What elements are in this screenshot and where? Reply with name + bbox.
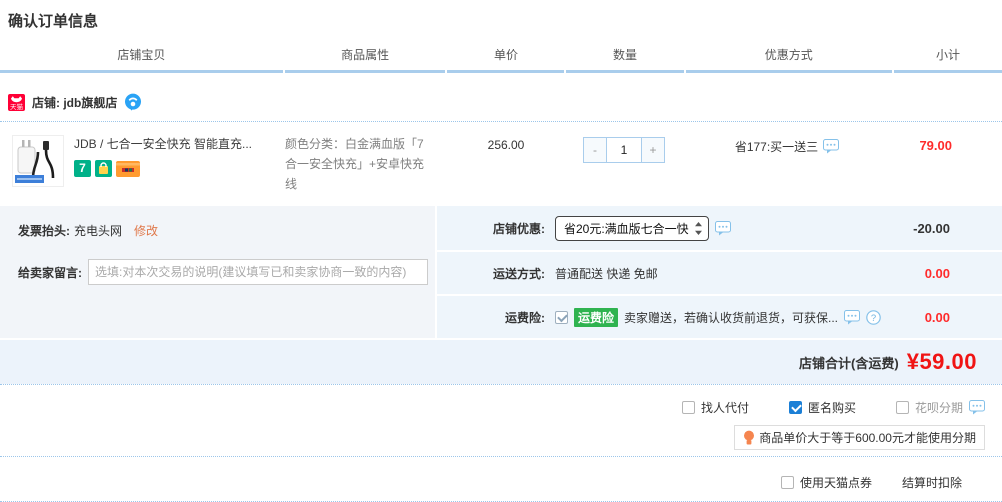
invoice-line: 发票抬头: 充电头网 修改 (18, 222, 435, 239)
promo-text: 省177:买一送三 (735, 138, 818, 155)
product-title[interactable]: JDB / 七合一安全快充 智能直充... (74, 135, 282, 152)
store-discount-row: 店铺优惠: 省20元:满血版七合一快 -20.00 (437, 206, 1002, 250)
order-confirm-page: 确认订单信息 店铺宝贝 商品属性 单价 数量 优惠方式 小计 天猫 店铺: jd… (0, 0, 1002, 479)
insurance-amount: 0.00 (885, 310, 1002, 325)
promo-chat-bubble-icon[interactable] (823, 139, 839, 154)
select-arrows-icon (694, 221, 703, 236)
invoice-message-panel: 发票抬头: 充电头网 修改 给卖家留言: (0, 206, 435, 338)
product-row: JDB / 七合一安全快充 智能直充... 7 颜色分类：白金满血版「7合一安全… (0, 122, 1002, 206)
seller-message-input[interactable] (88, 259, 428, 285)
table-header-row: 店铺宝贝 商品属性 单价 数量 优惠方式 小计 (0, 46, 1002, 73)
order-options-panel: 店铺优惠: 省20元:满血版七合一快 -20.00 运送方式: (437, 206, 1002, 338)
huabei-tip-box: 商品单价大于等于600.00元才能使用分期 (734, 425, 985, 450)
col-header-quantity: 数量 (566, 46, 683, 73)
tmall-logo-icon: 天猫 (8, 94, 25, 111)
col-header-item: 店铺宝贝 (0, 46, 283, 73)
seven-in-one-badge-icon: 7 (74, 160, 91, 177)
subtotal-cell: 79.00 (891, 135, 1002, 153)
quantity-value[interactable]: 1 (606, 138, 642, 162)
huabei-installment-option: 花呗分期 (896, 399, 985, 416)
store-discount-select[interactable]: 省20元:满血版七合一快 (555, 216, 709, 241)
store-discount-amount: -20.00 (885, 221, 1002, 236)
product-badges: 7 (74, 160, 282, 177)
seller-message-line: 给卖家留言: (18, 259, 435, 285)
anonymous-buy-option: 匿名购买 (789, 399, 856, 416)
use-points-option: 使用天猫点券 (781, 474, 872, 491)
insurance-chat-bubble-icon[interactable] (844, 310, 860, 325)
store-discount-label: 店铺优惠: (437, 220, 545, 237)
quantity-increase-button[interactable]: + (642, 138, 664, 162)
col-header-discount: 优惠方式 (686, 46, 892, 73)
pay-for-other-checkbox[interactable] (682, 401, 695, 414)
huabei-tip-text: 商品单价大于等于600.00元才能使用分期 (759, 429, 976, 446)
tmall-points-row: 使用天猫点券 结算时扣除 (0, 463, 1002, 501)
shipping-insurance-label: 运费险: (437, 309, 545, 326)
shop-row: 天猫 店铺: jdb旗舰店 (0, 73, 1002, 121)
shopping-bag-badge-icon (95, 160, 112, 177)
insurance-description: 卖家赠送，若确认收货前退货，可获保... (624, 309, 838, 326)
use-points-checkbox[interactable] (781, 476, 794, 489)
payment-options-row: 找人代付 匿名购买 花呗分期 (682, 399, 985, 416)
insurance-help-icon[interactable]: ? (866, 310, 881, 325)
shipping-method-label: 运送方式: (437, 265, 545, 282)
shipping-method-row: 运送方式: 普通配送 快递 免邮 0.00 (437, 252, 1002, 294)
product-info: JDB / 七合一安全快充 智能直充... 7 (74, 135, 282, 187)
promo-cell: 省177:买一送三 (683, 135, 891, 155)
quantity-decrease-button[interactable]: - (584, 138, 606, 162)
svg-text:?: ? (871, 313, 876, 324)
page-title: 确认订单信息 (0, 0, 1002, 31)
anonymous-buy-label[interactable]: 匿名购买 (808, 399, 856, 416)
shop-name: jdb旗舰店 (63, 96, 117, 110)
discount-chat-bubble-icon[interactable] (715, 221, 731, 236)
card-badge-icon (116, 161, 140, 177)
pay-for-other-label[interactable]: 找人代付 (701, 399, 749, 416)
store-total-amount: ¥59.00 (907, 349, 977, 375)
middle-section: 发票抬头: 充电头网 修改 给卖家留言: 店铺优惠: 省20元:满血版七合一快 (0, 206, 1002, 338)
huabei-chat-bubble-icon[interactable] (969, 400, 985, 415)
wangwang-chat-icon[interactable] (124, 93, 142, 111)
shipping-insurance-row: 运费险: 运费险 卖家赠送，若确认收货前退货，可获保... ? 0.00 (437, 296, 1002, 338)
payment-options-section: 找人代付 匿名购买 花呗分期 商品单价大于等于600.00元才能使用分期 (0, 385, 1002, 456)
deduct-note: 结算时扣除 (902, 474, 962, 491)
col-header-attributes: 商品属性 (285, 46, 446, 73)
use-points-label[interactable]: 使用天猫点券 (800, 474, 872, 491)
shop-label: 店铺: jdb旗舰店 (32, 94, 117, 111)
store-total-label: 店铺合计(含运费) (799, 353, 899, 372)
store-discount-selected: 省20元:满血版七合一快 (564, 220, 689, 237)
quantity-stepper: - 1 + (583, 137, 665, 163)
subtotal-amount: 79.00 (919, 138, 952, 153)
invoice-edit-link[interactable]: 修改 (134, 222, 158, 239)
unit-price: 256.00 (447, 135, 565, 152)
divider-options (0, 456, 1002, 457)
invoice-value: 充电头网 (74, 222, 122, 239)
insurance-badge: 运费险 (574, 308, 618, 327)
store-total-row: 店铺合计(含运费) ¥59.00 (0, 340, 1002, 384)
insurance-checkbox[interactable] (555, 311, 568, 324)
product-image[interactable] (12, 135, 64, 187)
quantity-cell: - 1 + (565, 135, 683, 163)
svg-text:天猫: 天猫 (10, 102, 24, 111)
seller-message-label: 给卖家留言: (18, 264, 82, 281)
invoice-label: 发票抬头: (18, 222, 70, 239)
huabei-checkbox[interactable] (896, 401, 909, 414)
huabei-label[interactable]: 花呗分期 (915, 399, 963, 416)
product-cell: JDB / 七合一安全快充 智能直充... 7 (0, 135, 285, 187)
pay-for-other-option: 找人代付 (682, 399, 749, 416)
shipping-amount: 0.00 (885, 266, 1002, 281)
lightbulb-icon (743, 430, 755, 446)
product-attributes: 颜色分类：白金满血版「7合一安全快充」+安卓快充线 (285, 135, 447, 194)
anonymous-buy-checkbox[interactable] (789, 401, 802, 414)
col-header-unit-price: 单价 (447, 46, 564, 73)
shipping-method-value: 普通配送 快递 免邮 (555, 265, 658, 282)
col-header-subtotal: 小计 (894, 46, 1002, 73)
